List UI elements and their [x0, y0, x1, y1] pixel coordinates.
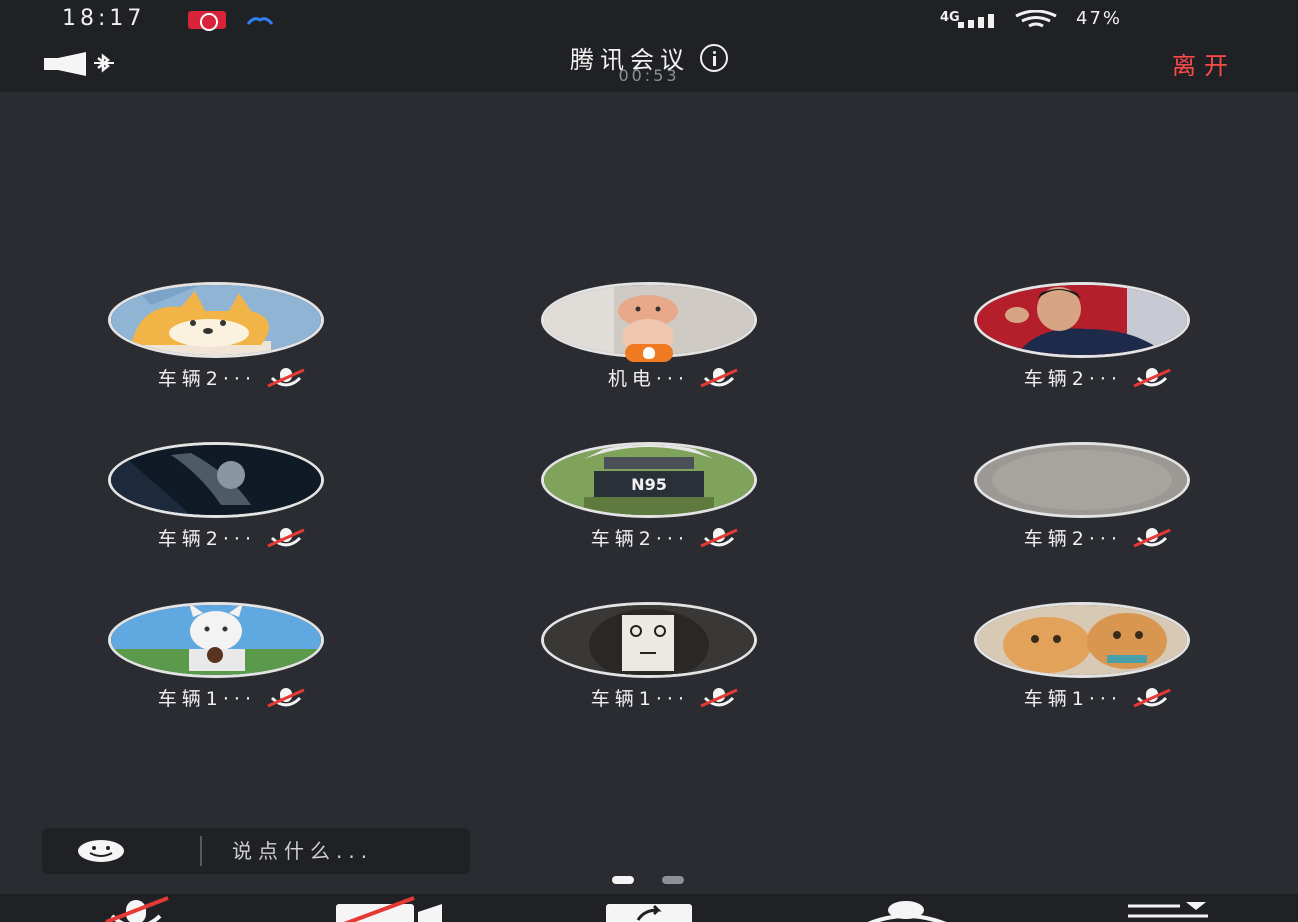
status-time: 18:17 — [62, 6, 146, 31]
participant-name: 车辆1··· — [590, 688, 689, 710]
avatar — [108, 282, 324, 358]
avatar-text: N95 — [631, 475, 667, 494]
participant-name: 机电··· — [607, 368, 689, 390]
participant-tile[interactable]: 车辆2··· — [962, 282, 1202, 392]
mic-muted-icon — [700, 368, 738, 388]
mask-face-avatar-image — [544, 605, 754, 675]
participant-name: 车辆1··· — [157, 688, 256, 710]
mic-muted-icon — [267, 688, 305, 708]
battery-level: 47% — [1076, 8, 1123, 29]
host-badge — [625, 344, 673, 362]
mic-muted-icon — [700, 688, 738, 708]
avatar — [108, 602, 324, 678]
leave-button[interactable]: 离开 — [1172, 46, 1236, 81]
mic-muted-icon — [700, 528, 738, 548]
signal-bars-icon — [958, 14, 994, 28]
chat-input[interactable] — [232, 834, 462, 868]
meeting-timer: 00:53 — [618, 66, 680, 85]
man-red-avatar-image — [977, 285, 1187, 355]
participant-name: 车辆2··· — [157, 368, 256, 390]
ninja-avatar-image: N95 — [544, 445, 754, 515]
unmute-mic-icon[interactable] — [96, 894, 176, 922]
corgi-avatar-image — [111, 285, 321, 355]
meeting-screen: 18:17 4G 47% 腾讯会议 00:53 离开 车辆2··· 机电··· … — [0, 0, 1298, 922]
netease-music-icon — [188, 11, 226, 31]
avatar — [541, 602, 757, 678]
participant-name: 车辆1··· — [1023, 688, 1122, 710]
anime-dog-avatar-image — [111, 605, 321, 675]
meeting-header: 腾讯会议 00:53 离开 — [0, 40, 1298, 92]
page-dot-active[interactable] — [612, 876, 634, 884]
more-menu-icon[interactable] — [1126, 894, 1210, 922]
avatar — [974, 282, 1190, 358]
notification-app-icon — [246, 17, 274, 25]
participant-name: 车辆2··· — [590, 528, 689, 550]
cats-avatar-image — [977, 605, 1187, 675]
mic-muted-icon — [1133, 688, 1171, 708]
participant-tile[interactable]: N95 车辆2··· — [529, 442, 769, 552]
wifi-icon — [1015, 10, 1057, 28]
participant-tile[interactable]: 车辆1··· — [529, 602, 769, 712]
avatar — [974, 442, 1190, 518]
bottom-toolbar — [0, 894, 1298, 922]
avatar: N95 — [541, 442, 757, 518]
page-dot[interactable] — [662, 876, 684, 884]
participant-name: 车辆2··· — [157, 528, 256, 550]
participant-tile[interactable]: 机电··· — [529, 282, 769, 392]
participant-name: 车辆2··· — [1023, 528, 1122, 550]
share-screen-icon[interactable] — [604, 894, 694, 922]
avatar — [974, 602, 1190, 678]
status-bar: 18:17 4G 47% — [0, 0, 1298, 40]
participant-tile[interactable]: 车辆2··· — [96, 282, 336, 392]
start-video-icon[interactable] — [334, 894, 446, 922]
mic-muted-icon — [267, 368, 305, 388]
network-type: 4G — [940, 10, 960, 25]
participant-tile[interactable]: 车辆1··· — [962, 602, 1202, 712]
dark-stage-avatar-image — [111, 445, 321, 515]
mic-muted-icon — [1133, 528, 1171, 548]
participants-icon[interactable] — [862, 894, 952, 922]
chat-box[interactable] — [42, 828, 470, 874]
mic-muted-icon — [267, 528, 305, 548]
participant-tile[interactable]: 车辆1··· — [96, 602, 336, 712]
moon-icon — [1160, 10, 1188, 35]
emoji-icon[interactable] — [76, 839, 126, 863]
participant-tile[interactable]: 车辆2··· — [962, 442, 1202, 552]
gray-avatar-image — [977, 445, 1187, 515]
participant-tile[interactable]: 车辆2··· — [96, 442, 336, 552]
avatar — [108, 442, 324, 518]
mic-muted-icon — [1133, 368, 1171, 388]
chat-divider — [200, 836, 202, 866]
participant-name: 车辆2··· — [1023, 368, 1122, 390]
